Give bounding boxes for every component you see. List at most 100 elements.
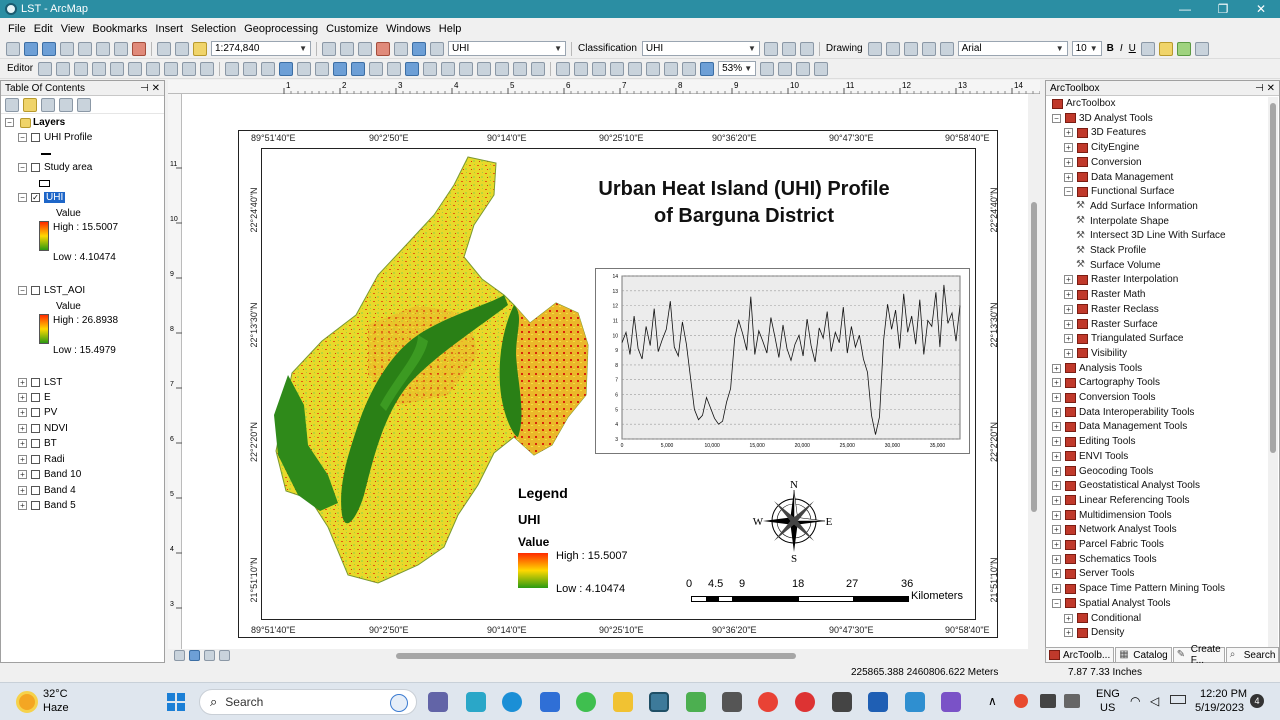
toolbox-item[interactable]: + Raster Interpolation [1064,274,1178,285]
toolbox-item[interactable]: ⚒ Add Surface Information [1076,201,1198,212]
list-by-selection-icon[interactable] [59,97,73,112]
arcmap-taskbar-icon[interactable] [649,692,669,712]
save-icon[interactable] [42,41,56,56]
change-layout-icon[interactable] [796,61,811,76]
menu-file[interactable]: File [4,23,30,35]
taskbar-search-box[interactable]: ⌕ Search [199,689,417,715]
expand-icon[interactable]: + [1052,510,1061,520]
toolbox-item[interactable]: + Conditional [1064,613,1141,624]
vertical-scrollbar[interactable] [1028,94,1040,649]
drawing-menu[interactable]: Drawing [826,43,863,54]
toolbox-window-icon[interactable] [376,41,390,56]
list-by-drawing-order-icon[interactable] [5,97,19,112]
toolbox-item[interactable]: + Data Management Tools [1052,421,1187,432]
expand-icon[interactable]: + [1052,495,1061,505]
pause-drawing-icon[interactable] [219,650,230,661]
layout-zoom-out-icon[interactable] [574,61,589,76]
toc-layer-band-10[interactable]: + Band 10 [18,469,81,480]
data-view-icon[interactable] [174,650,185,661]
full-extent-icon[interactable] [279,61,294,76]
toolbox-item[interactable]: + Network Analyst Tools [1052,524,1177,535]
toolbox-item[interactable]: + CityEngine [1064,142,1139,153]
expand-icon[interactable]: + [1052,481,1061,491]
volume-icon[interactable]: ◁ [1150,694,1159,708]
toolbox-item[interactable]: + Space Time Pattern Mining Tools [1052,583,1225,594]
list-by-source-icon[interactable] [23,97,37,112]
word-icon[interactable] [868,692,888,712]
menu-selection[interactable]: Selection [187,23,240,35]
add-data-icon[interactable] [193,41,207,56]
expand-icon[interactable]: + [1052,437,1061,447]
reshape-icon[interactable] [128,61,143,76]
toolbox-item[interactable]: + Visibility [1064,348,1127,359]
data-driven-pages-icon[interactable] [814,61,829,76]
toolbox-scroll-thumb[interactable] [1270,103,1276,453]
toolbox-item[interactable]: + Conversion [1064,157,1142,168]
expand-icon[interactable]: + [1064,304,1073,314]
editor-toolbar-icon[interactable] [322,41,336,56]
toc-layer-study-area[interactable]: − Study area [18,162,92,173]
copilot-icon[interactable] [466,692,486,712]
toolbox-item[interactable]: ArcToolbox [1050,98,1115,109]
menu-bookmarks[interactable]: Bookmarks [88,23,151,35]
toolbox-item[interactable]: + Data Interoperability Tools [1052,407,1194,418]
toolbox-item[interactable]: − Spatial Analyst Tools [1052,598,1171,609]
toolbox-item[interactable]: + Geostatistical Analyst Tools [1052,480,1200,491]
tab-search[interactable]: ⌕ Search [1225,647,1280,663]
region-label[interactable]: US [1100,702,1115,714]
vertical-scroll-thumb[interactable] [1031,202,1037,512]
file-explorer-icon[interactable] [613,692,633,712]
back-icon[interactable] [333,61,348,76]
toolbox-item[interactable]: + Schematics Tools [1052,554,1157,565]
tray-app-icon[interactable] [1014,694,1028,708]
chrome-icon[interactable] [758,692,778,712]
toc-layer-lst-aoi[interactable]: − LST_AOI [18,285,85,296]
expand-icon[interactable]: + [1052,525,1061,535]
toc-layer-lst[interactable]: + LST [18,377,62,388]
toolbox-item[interactable]: ⚒ Surface Volume [1076,260,1161,271]
identify-icon[interactable] [405,61,420,76]
select-elements-arrow-icon[interactable] [387,61,402,76]
expand-icon[interactable]: + [1064,172,1073,182]
toc-layer-ndvi[interactable]: + NDVI [18,423,68,434]
undo-icon[interactable] [157,41,171,56]
layout-zoom-combo[interactable]: 53% ▼ [718,61,757,76]
classification-layer-combo[interactable]: UHI ▼ [641,41,760,56]
layout-zoom-in-icon[interactable] [556,61,571,76]
minimize-icon[interactable]: — [1166,2,1204,16]
fixed-zoom-in-icon[interactable] [297,61,312,76]
visual-studio-icon[interactable] [941,692,961,712]
expand-icon[interactable]: + [1052,554,1061,564]
edit-annotation-icon[interactable] [56,61,71,76]
rotate-icon[interactable] [885,41,900,56]
weather-icon[interactable] [16,691,38,713]
layout-forward-icon[interactable] [700,61,715,76]
tab-create-features[interactable]: ✎ Create F... [1172,644,1225,666]
redo-icon[interactable] [175,41,189,56]
bing-icon[interactable] [390,694,408,712]
menu-edit[interactable]: Edit [30,23,57,35]
clock-date[interactable]: 5/19/2023 [1195,702,1244,714]
find-icon[interactable] [477,61,492,76]
collapse-icon[interactable]: − [1052,598,1061,608]
forward-icon[interactable] [351,61,366,76]
toolbox-item[interactable]: + Triangulated Surface [1064,333,1183,344]
menu-view[interactable]: View [57,23,89,35]
layout-pan-icon[interactable] [592,61,607,76]
menu-help[interactable]: Help [435,23,466,35]
zoom-out-icon[interactable] [243,61,258,76]
expand-icon[interactable]: + [1052,540,1061,549]
toc-layer-uhi[interactable]: − ✓ UHI [18,192,66,203]
tray-drive-icon[interactable] [1064,694,1080,708]
python-window-icon[interactable] [394,41,408,56]
toolbox-item[interactable]: ⚒ Stack Profile [1076,245,1146,256]
font-color-icon[interactable] [1140,41,1155,56]
underline-icon[interactable]: U [1129,43,1136,54]
expand-icon[interactable]: + [1052,407,1061,417]
toolbox-item[interactable]: + ENVI Tools [1052,451,1128,462]
layout-fixed-zoom-out-icon[interactable] [664,61,679,76]
toc-layer-e[interactable]: + E [18,392,51,403]
fixed-zoom-out-icon[interactable] [315,61,330,76]
select-features-icon[interactable] [369,61,384,76]
help-icon[interactable] [430,41,444,56]
